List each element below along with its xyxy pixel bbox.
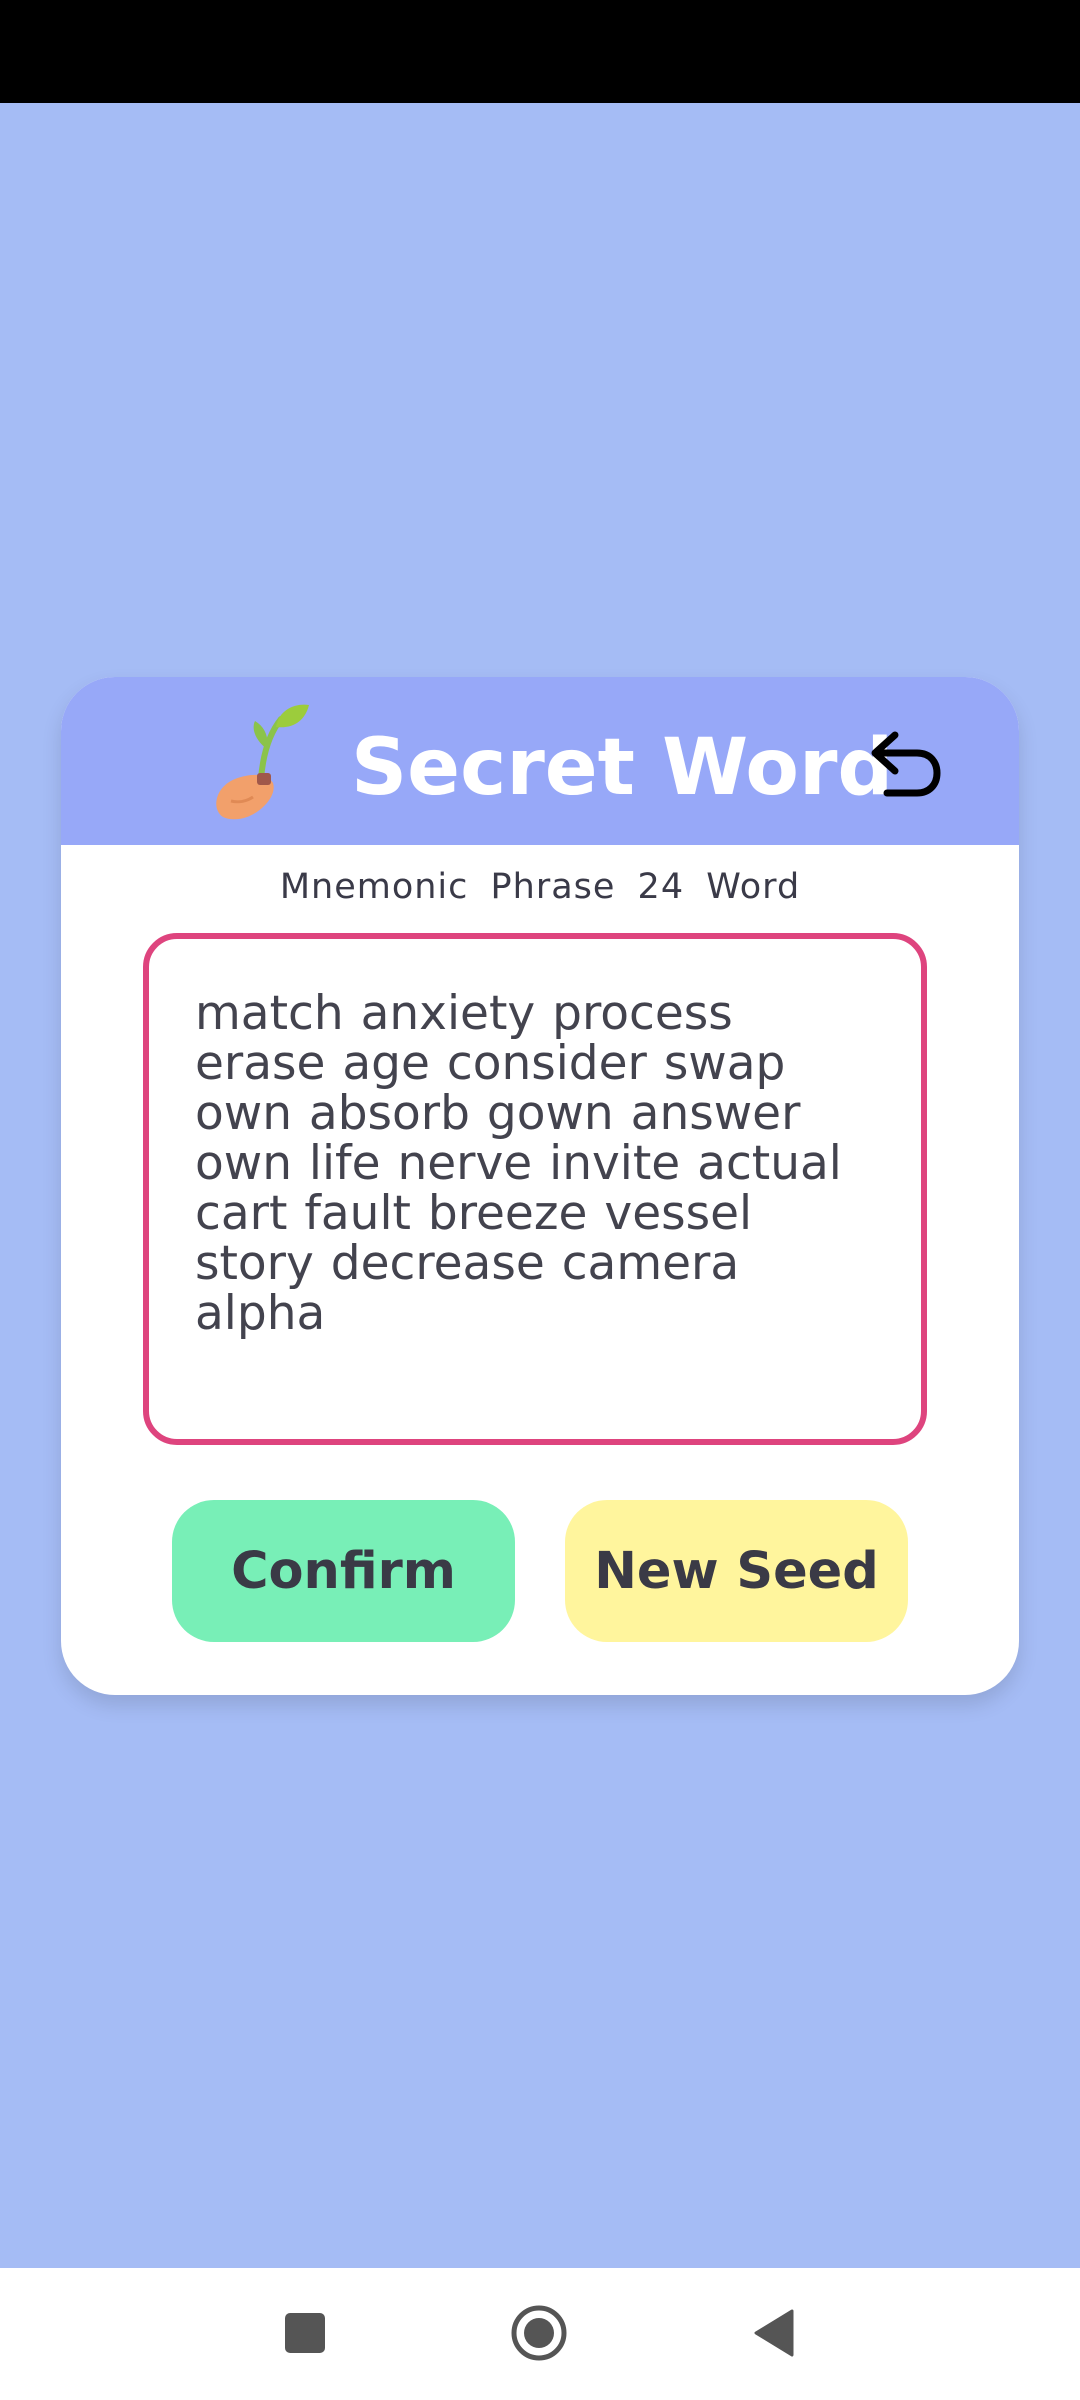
mnemonic-line: own life nerve invite actual bbox=[195, 1136, 842, 1191]
recents-button[interactable] bbox=[260, 2288, 350, 2378]
page-title: Secret Word bbox=[351, 723, 894, 813]
undo-arrow-icon bbox=[871, 731, 941, 797]
undo-back-button[interactable] bbox=[851, 713, 951, 813]
circle-home-icon bbox=[511, 2305, 567, 2361]
mnemonic-line: match anxiety process bbox=[195, 986, 733, 1041]
mnemonic-phrase-field[interactable]: match anxiety process erase age consider… bbox=[143, 933, 927, 1445]
sprout-seed-icon bbox=[216, 704, 309, 820]
square-recents-icon bbox=[285, 2313, 325, 2353]
home-button[interactable] bbox=[494, 2288, 584, 2378]
mnemonic-line: alpha bbox=[195, 1286, 326, 1341]
mnemonic-line: cart fault breeze vessel bbox=[195, 1186, 753, 1241]
mnemonic-line: own absorb gown answer bbox=[195, 1086, 801, 1141]
new-seed-button[interactable]: New Seed bbox=[565, 1500, 908, 1642]
mnemonic-subtitle: Mnemonic Phrase 24 Word bbox=[279, 867, 801, 907]
navigation-bar bbox=[0, 2268, 1080, 2400]
back-button[interactable] bbox=[728, 2288, 818, 2378]
triangle-back-icon bbox=[754, 2309, 794, 2357]
mnemonic-line: erase age consider swap bbox=[195, 1036, 786, 1091]
secret-word-card: Secret Word Mnemonic Phrase 24 Word matc… bbox=[61, 677, 1019, 1695]
confirm-button[interactable]: Confirm bbox=[172, 1500, 515, 1642]
status-bar bbox=[0, 0, 1080, 103]
mnemonic-line: story decrease camera bbox=[195, 1236, 740, 1291]
card-header: Secret Word bbox=[61, 677, 1019, 845]
